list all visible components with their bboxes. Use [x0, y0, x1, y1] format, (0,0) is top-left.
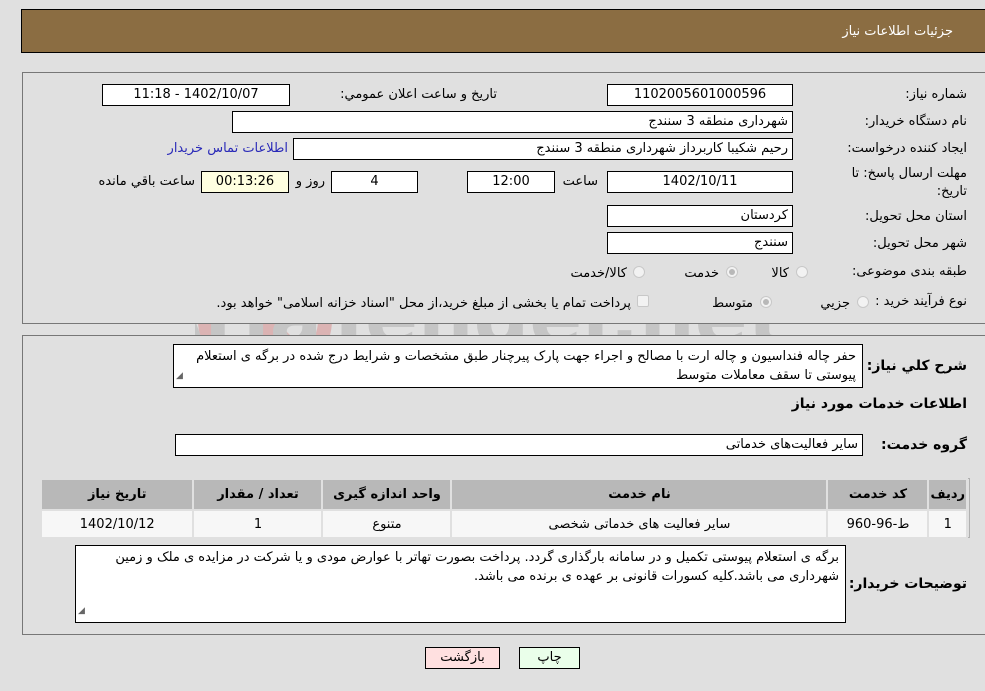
cell-unit: متنوع — [321, 509, 453, 539]
cell-qty: 1 — [192, 509, 324, 539]
resize-grip-icon[interactable]: ◢ — [78, 602, 85, 621]
need-number-label: شماره نیاز: — [905, 87, 967, 102]
page-header: جزئیات اطلاعات نیاز — [21, 9, 985, 53]
process-label: نوع فرآیند خرید : — [875, 294, 967, 309]
service-group-field: سایر فعالیت‌های خدماتی — [175, 434, 863, 456]
process-minor-label: جزيي — [820, 296, 850, 311]
process-medium-radio[interactable] — [760, 296, 772, 308]
cell-name: سایر فعالیت های خدماتی شخصی — [450, 509, 829, 539]
province-label: استان محل تحویل: — [865, 209, 967, 224]
col-name-header: نام خدمت — [450, 478, 829, 511]
need-info-panel: شماره نیاز: 1102005601000596 تاریخ و ساع… — [22, 72, 985, 324]
col-unit-header: واحد اندازه گیری — [321, 478, 453, 511]
col-code-header: کد خدمت — [826, 478, 930, 511]
province-field: کردستان — [607, 205, 793, 227]
treasury-checkbox[interactable] — [637, 295, 649, 307]
category-goods-service-label: کالا/خدمت — [570, 266, 627, 281]
remaining-days-field: 4 — [331, 171, 418, 193]
buyer-notes-textarea[interactable]: برگه ی استعلام پیوستی تکمیل و در سامانه … — [75, 545, 846, 623]
city-field: سنندج — [607, 232, 793, 254]
category-goods-service-radio[interactable] — [633, 266, 645, 278]
treasury-checkbox-label: پرداخت تمام یا بخشی از مبلغ خرید،از محل … — [216, 296, 631, 311]
days-label: روز و — [295, 174, 325, 189]
print-button[interactable]: چاپ — [519, 647, 580, 669]
deadline-label-2: تاریخ: — [936, 184, 967, 199]
buyer-notes-text: برگه ی استعلام پیوستی تکمیل و در سامانه … — [115, 550, 839, 584]
category-goods-radio[interactable] — [796, 266, 808, 278]
category-label: طبقه بندی موضوعی: — [851, 264, 967, 279]
services-section-title: اطلاعات خدمات مورد نیاز — [791, 396, 967, 412]
table-header-row: ردیف کد خدمت نام خدمت واحد اندازه گیری ت… — [39, 478, 968, 511]
deadline-label: مهلت ارسال پاسخ: تا — [851, 166, 967, 181]
buyer-contact-link[interactable]: اطلاعات تماس خریدار — [168, 141, 288, 156]
requester-label: ایجاد کننده درخواست: — [847, 141, 967, 156]
process-minor-radio[interactable] — [857, 296, 869, 308]
table-row: 1 ط-96-960 سایر فعالیت های خدماتی شخصی م… — [39, 509, 968, 539]
buyer-org-field: شهرداری منطقه 3 سنندج — [232, 111, 793, 133]
need-number-field: 1102005601000596 — [607, 84, 793, 106]
back-button[interactable]: بازگشت — [425, 647, 500, 669]
remaining-time-field: 00:13:26 — [201, 171, 289, 193]
description-text: حفر چاله فنداسیون و چاله ارت با مصالح و … — [196, 349, 856, 383]
services-table: ردیف کد خدمت نام خدمت واحد اندازه گیری ت… — [39, 478, 968, 539]
category-service-radio[interactable] — [726, 266, 738, 278]
col-row-header: ردیف — [927, 478, 968, 511]
city-label: شهر محل تحویل: — [872, 236, 967, 251]
page-title: جزئیات اطلاعات نیاز — [842, 24, 953, 39]
resize-grip-icon[interactable]: ◢ — [176, 367, 183, 386]
announce-label: تاریخ و ساعت اعلان عمومي: — [340, 87, 497, 102]
buyer-org-label: نام دستگاه خریدار: — [864, 114, 967, 129]
cell-row: 1 — [927, 509, 968, 539]
cell-date: 1402/10/12 — [39, 509, 195, 539]
description-label: شرح کلي نیاز: — [866, 358, 967, 374]
category-goods-label: کالا — [771, 266, 789, 281]
cell-code: ط-96-960 — [826, 509, 930, 539]
deadline-time-field: 12:00 — [467, 171, 555, 193]
category-service-label: خدمت — [684, 266, 719, 281]
requester-field: رحیم شکیبا کاربرداز شهرداری منطقه 3 سنند… — [293, 138, 793, 160]
announce-field: 1402/10/07 - 11:18 — [102, 84, 290, 106]
deadline-date-field: 1402/10/11 — [607, 171, 793, 193]
description-textarea[interactable]: حفر چاله فنداسیون و چاله ارت با مصالح و … — [173, 344, 863, 388]
need-details-panel: شرح کلي نیاز: حفر چاله فنداسیون و چاله ا… — [22, 335, 985, 635]
process-medium-label: متوسط — [712, 296, 753, 311]
buyer-notes-label: توضیحات خریدار: — [848, 576, 967, 592]
deadline-time-label: ساعت — [562, 174, 598, 189]
service-group-label: گروه خدمت: — [881, 437, 967, 453]
col-qty-header: تعداد / مقدار — [192, 478, 324, 511]
remaining-time-label: ساعت باقي مانده — [98, 174, 195, 189]
col-date-header: تاریخ نیاز — [39, 478, 195, 511]
